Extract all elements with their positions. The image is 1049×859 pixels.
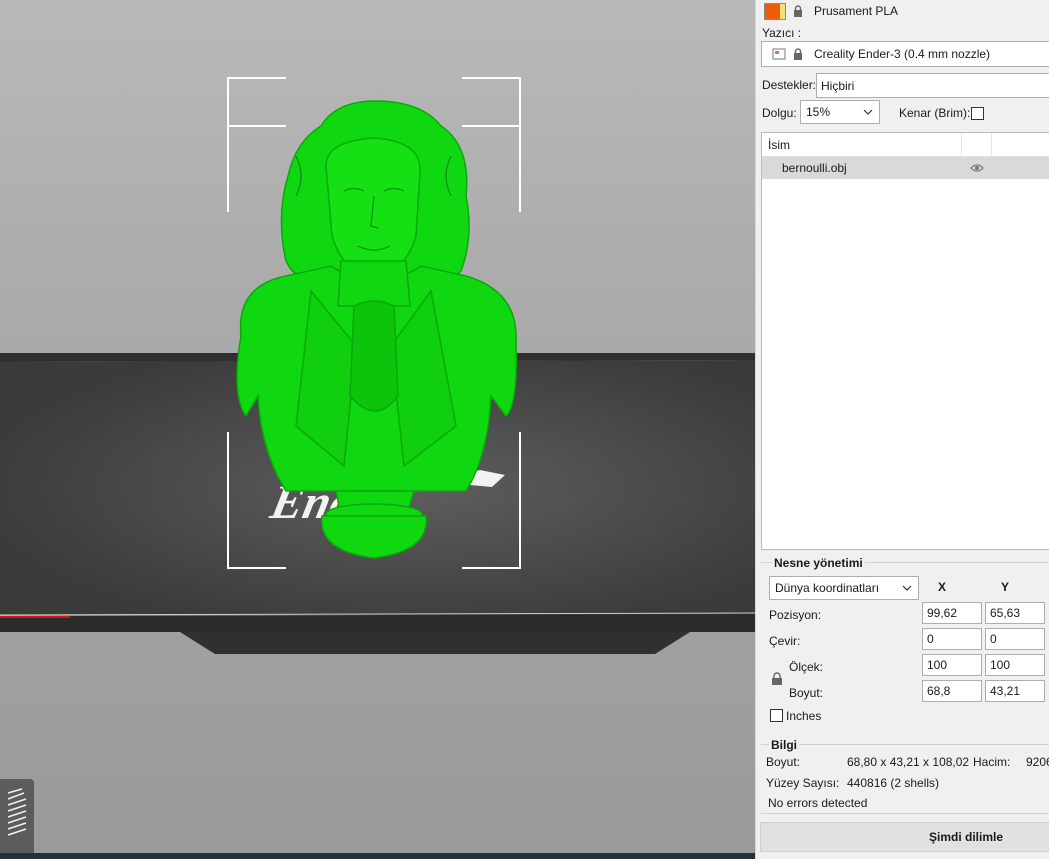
- lock-icon: [794, 5, 802, 17]
- info-errors: No errors detected: [768, 796, 868, 810]
- object-manipulation-title: Nesne yönetimi: [772, 556, 865, 570]
- inches-label: Inches: [786, 709, 822, 723]
- status-strip: [0, 853, 755, 859]
- slice-now-button[interactable]: Şimdi dilimle: [760, 822, 1049, 852]
- lock-icon: [794, 48, 802, 60]
- list-item[interactable]: bernoulli.obj: [762, 157, 1049, 179]
- position-y-field[interactable]: 65,63: [985, 602, 1045, 624]
- printer-label: Yazıcı :: [762, 26, 802, 40]
- 3d-viewport[interactable]: Ender: [0, 0, 755, 859]
- name-column-header: İsim: [768, 137, 790, 152]
- filament-row[interactable]: Prusament PLA: [764, 0, 1049, 22]
- supports-label: Destekler:: [762, 78, 817, 92]
- layers-button[interactable]: [0, 779, 34, 853]
- scale-x-field[interactable]: 100: [922, 654, 982, 676]
- axis-x-header: X: [938, 580, 947, 594]
- rotation-x-field[interactable]: 0: [922, 628, 982, 650]
- infill-value: 15%: [806, 105, 831, 119]
- bust-model[interactable]: [226, 96, 522, 564]
- chevron-down-icon: [863, 109, 873, 115]
- object-name: bernoulli.obj: [782, 161, 847, 175]
- scale-label: Ölçek:: [789, 660, 824, 674]
- filament-color-swatch: [764, 2, 786, 20]
- info-size-value: 68,80 x 43,21 x 108,02: [847, 755, 970, 769]
- axis-y-header: Y: [1001, 580, 1010, 594]
- brim-checkbox[interactable]: [971, 107, 984, 120]
- printer-name: Creality Ender-3 (0.4 mm nozzle): [814, 47, 991, 61]
- filament-name: Prusament PLA: [814, 4, 899, 18]
- info-volume-label: Hacim:: [973, 755, 1011, 769]
- settings-panel: Prusament PLA Yazıcı : Creality Ender-3 …: [755, 0, 1049, 859]
- scale-y-field[interactable]: 100: [985, 654, 1045, 676]
- eye-icon[interactable]: [970, 163, 984, 173]
- object-list[interactable]: İsim bernoulli.obj: [761, 132, 1049, 550]
- position-label: Pozisyon:: [769, 608, 822, 622]
- object-list-header: İsim: [762, 133, 1049, 157]
- size-label: Boyut:: [789, 686, 824, 700]
- info-facets-value: 440816 (2 shells): [847, 776, 940, 790]
- rotation-y-field[interactable]: 0: [985, 628, 1045, 650]
- size-y-field[interactable]: 43,21: [985, 680, 1045, 702]
- chevron-down-icon: [902, 585, 912, 591]
- printer-select[interactable]: Creality Ender-3 (0.4 mm nozzle): [761, 41, 1049, 67]
- info-volume-value: 9206: [1026, 755, 1049, 769]
- inches-checkbox[interactable]: [770, 709, 783, 722]
- rotation-label: Çevir:: [769, 634, 801, 648]
- supports-select[interactable]: Hiçbiri: [816, 73, 1049, 98]
- coord-system-select[interactable]: Dünya koordinatları: [769, 576, 919, 600]
- infill-select[interactable]: 15%: [800, 100, 880, 124]
- size-x-field[interactable]: 68,8: [922, 680, 982, 702]
- position-x-field[interactable]: 99,62: [922, 602, 982, 624]
- printer-icon: [772, 48, 786, 60]
- supports-value: Hiçbiri: [821, 78, 855, 93]
- infill-label: Dolgu:: [762, 106, 797, 120]
- info-size-label: Boyut:: [766, 755, 801, 769]
- coord-system-value: Dünya koordinatları: [775, 581, 880, 595]
- info-facets-label: Yüzey Sayısı:: [766, 776, 840, 790]
- layers-icon: [7, 788, 27, 836]
- lock-icon[interactable]: [771, 672, 783, 686]
- brim-label: Kenar (Brim):: [899, 106, 971, 120]
- info-title: Bilgi: [769, 738, 799, 752]
